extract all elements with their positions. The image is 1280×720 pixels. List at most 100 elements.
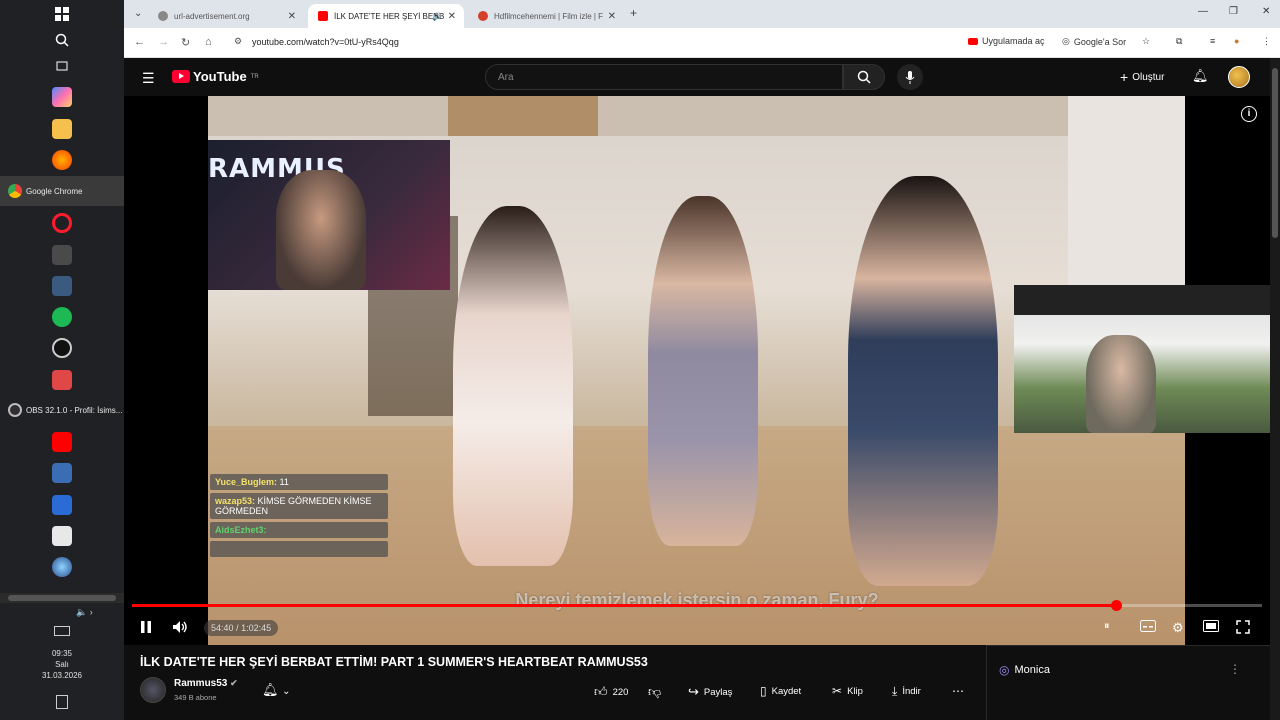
close-icon[interactable]: ✕ xyxy=(448,11,456,22)
chat-user: wazap53: xyxy=(215,496,256,506)
calculator-icon[interactable] xyxy=(52,276,72,296)
notification-icon[interactable] xyxy=(56,695,68,709)
clip-button[interactable]: ✂ Klip xyxy=(832,684,863,698)
share-button[interactable]: ↪ Paylaş xyxy=(688,684,732,700)
more-options-icon[interactable]: ⋮ xyxy=(1229,662,1241,676)
browser-address-bar: ← → ↻ ⌂ ⚙ youtube.com/watch?v=0tU-yRs4Qq… xyxy=(124,28,1280,58)
create-button[interactable]: + Oluştur xyxy=(1120,69,1164,85)
scissors-icon: ✂ xyxy=(832,684,843,698)
channel-name-text: Rammus53 xyxy=(174,678,228,689)
start-icon[interactable] xyxy=(52,4,72,24)
taskbar-scrollbar[interactable] xyxy=(0,593,124,603)
page-scrollbar[interactable] xyxy=(1270,58,1280,720)
keyboard-icon[interactable] xyxy=(54,626,70,636)
search-input[interactable]: Ara xyxy=(485,64,843,90)
close-window-button[interactable]: ✕ xyxy=(1262,6,1270,17)
clock-date: 31.03.2026 xyxy=(41,671,83,680)
channel-name[interactable]: Rammus53 ✔ xyxy=(174,678,238,689)
anydesk-icon[interactable] xyxy=(52,370,72,390)
download-label: İndir xyxy=(902,686,921,697)
tab-url-advertisement[interactable]: url-advertisement.org ✕ xyxy=(148,4,304,28)
voice-search-button[interactable] xyxy=(897,64,923,90)
account-avatar[interactable] xyxy=(1228,66,1250,88)
save-button[interactable]: ▯ Kaydet xyxy=(760,684,801,698)
opera-icon[interactable] xyxy=(52,213,72,233)
lens-icon: ◎ xyxy=(1062,36,1070,46)
reload-button[interactable]: ↻ xyxy=(181,36,190,49)
monica-panel: ◎ Monica ⋮ xyxy=(986,645,1270,720)
task-view-icon[interactable] xyxy=(52,56,72,76)
download-button[interactable]: ⤓ İndir xyxy=(892,684,921,699)
extensions-icon[interactable]: ⧉ xyxy=(1176,36,1182,47)
taskbar-app-chrome[interactable]: Google Chrome xyxy=(0,176,124,206)
audio-icon[interactable]: 🔊 xyxy=(432,12,442,21)
logo-country: TR xyxy=(250,73,259,80)
tab-hdfilm[interactable]: Hdfilmcehennemi | Film izle | F ✕ xyxy=(468,4,624,28)
subtitles-button[interactable] xyxy=(1140,620,1156,635)
microphone-icon xyxy=(905,70,915,84)
chat-message: Yuce_Buglem: 11 xyxy=(210,474,388,490)
search-icon[interactable] xyxy=(52,30,72,50)
back-button[interactable]: ← xyxy=(134,36,145,48)
profile-icon[interactable]: ● xyxy=(1234,36,1239,46)
subscribe-bell-button[interactable]: 🔔︎ ⌄ xyxy=(262,682,291,698)
copilot-icon[interactable] xyxy=(52,87,72,107)
hamburger-menu-icon[interactable]: ☰ xyxy=(142,70,155,87)
new-tab-button[interactable]: + xyxy=(630,6,637,20)
home-button[interactable]: ⌂ xyxy=(205,36,212,48)
obs-icon xyxy=(8,403,22,417)
like-count: 220 xyxy=(612,686,629,698)
taskbar-app-obs[interactable]: OBS 32.1.0 - Profil: İsims... xyxy=(0,395,124,425)
chat-message xyxy=(210,541,388,557)
more-actions-button[interactable]: ⋯ xyxy=(952,684,964,698)
notifications-bell-icon[interactable]: 🔔︎ xyxy=(1192,68,1209,84)
youtube-icon[interactable] xyxy=(52,432,72,452)
app-icon[interactable] xyxy=(52,557,72,577)
menu-icon[interactable]: ⋮ xyxy=(1262,36,1271,47)
monica-icon: ◎ xyxy=(999,663,1010,677)
restore-button[interactable]: ❐ xyxy=(1229,6,1238,17)
app-icon[interactable] xyxy=(52,495,72,515)
firefox-icon[interactable] xyxy=(52,150,72,170)
search-button[interactable] xyxy=(843,64,885,90)
close-icon[interactable]: ✕ xyxy=(288,11,296,22)
site-info-icon[interactable]: ⚙ xyxy=(234,36,242,47)
dislike-button[interactable]: 👎︎ xyxy=(648,684,661,700)
forward-button[interactable]: → xyxy=(158,36,169,48)
bookmark-star-icon[interactable]: ☆ xyxy=(1142,36,1150,47)
youtube-logo[interactable]: YouTube TR xyxy=(172,69,259,84)
tab-search-icon[interactable]: ⌄ xyxy=(134,8,142,19)
tab-youtube[interactable]: İLK DATE'TE HER ŞEYİ BERB 🔊 ✕ xyxy=(308,4,464,28)
minimize-button[interactable]: — xyxy=(1198,6,1208,17)
close-icon[interactable]: ✕ xyxy=(608,11,616,22)
pause-button[interactable] xyxy=(140,620,152,637)
volume-button[interactable] xyxy=(172,620,188,637)
monica-header[interactable]: ◎ Monica xyxy=(999,663,1050,677)
spotify-icon[interactable] xyxy=(52,307,72,327)
speaker-icon[interactable]: 🔈 › xyxy=(76,607,93,618)
time-total: 1:02:45 xyxy=(241,623,272,633)
channel-avatar[interactable] xyxy=(140,677,166,703)
logo-text: YouTube xyxy=(193,69,247,84)
camera-icon[interactable] xyxy=(52,338,72,358)
app-icon[interactable] xyxy=(52,463,72,483)
time-display: 54:40 / 1:02:45 xyxy=(204,620,279,636)
store-icon[interactable] xyxy=(52,245,72,265)
progress-bar[interactable] xyxy=(132,600,1262,611)
info-icon[interactable]: i xyxy=(1241,106,1257,122)
chrome-icon xyxy=(8,184,22,198)
stream-chat-overlay: Yuce_Buglem: 11 wazap53: KİMSE GÖRMEDEN … xyxy=(210,474,388,560)
taskbar-clock[interactable]: 09:35 Salı 31.03.2026 xyxy=(0,648,124,681)
app-icon[interactable] xyxy=(52,526,72,546)
autoplay-toggle[interactable]: ⏸︎ xyxy=(1104,620,1110,633)
url-field[interactable]: youtube.com/watch?v=0tU-yRs4Qqg xyxy=(252,37,399,47)
media-icon[interactable]: ≡ xyxy=(1210,36,1215,46)
file-explorer-icon[interactable] xyxy=(52,119,72,139)
like-button[interactable]: 👍︎ 220 xyxy=(594,684,628,700)
settings-gear-icon[interactable]: ⚙ xyxy=(1172,620,1184,636)
video-player[interactable]: RAMMUS Yuce_Buglem: 11 wazap53: KİMSE GÖ… xyxy=(124,96,1270,645)
ask-google-button[interactable]: ◎ Google'a Sor xyxy=(1062,36,1126,47)
open-in-app-button[interactable]: Uygulamada aç xyxy=(968,36,1045,46)
theater-mode-button[interactable] xyxy=(1203,620,1219,635)
fullscreen-button[interactable] xyxy=(1236,620,1250,637)
